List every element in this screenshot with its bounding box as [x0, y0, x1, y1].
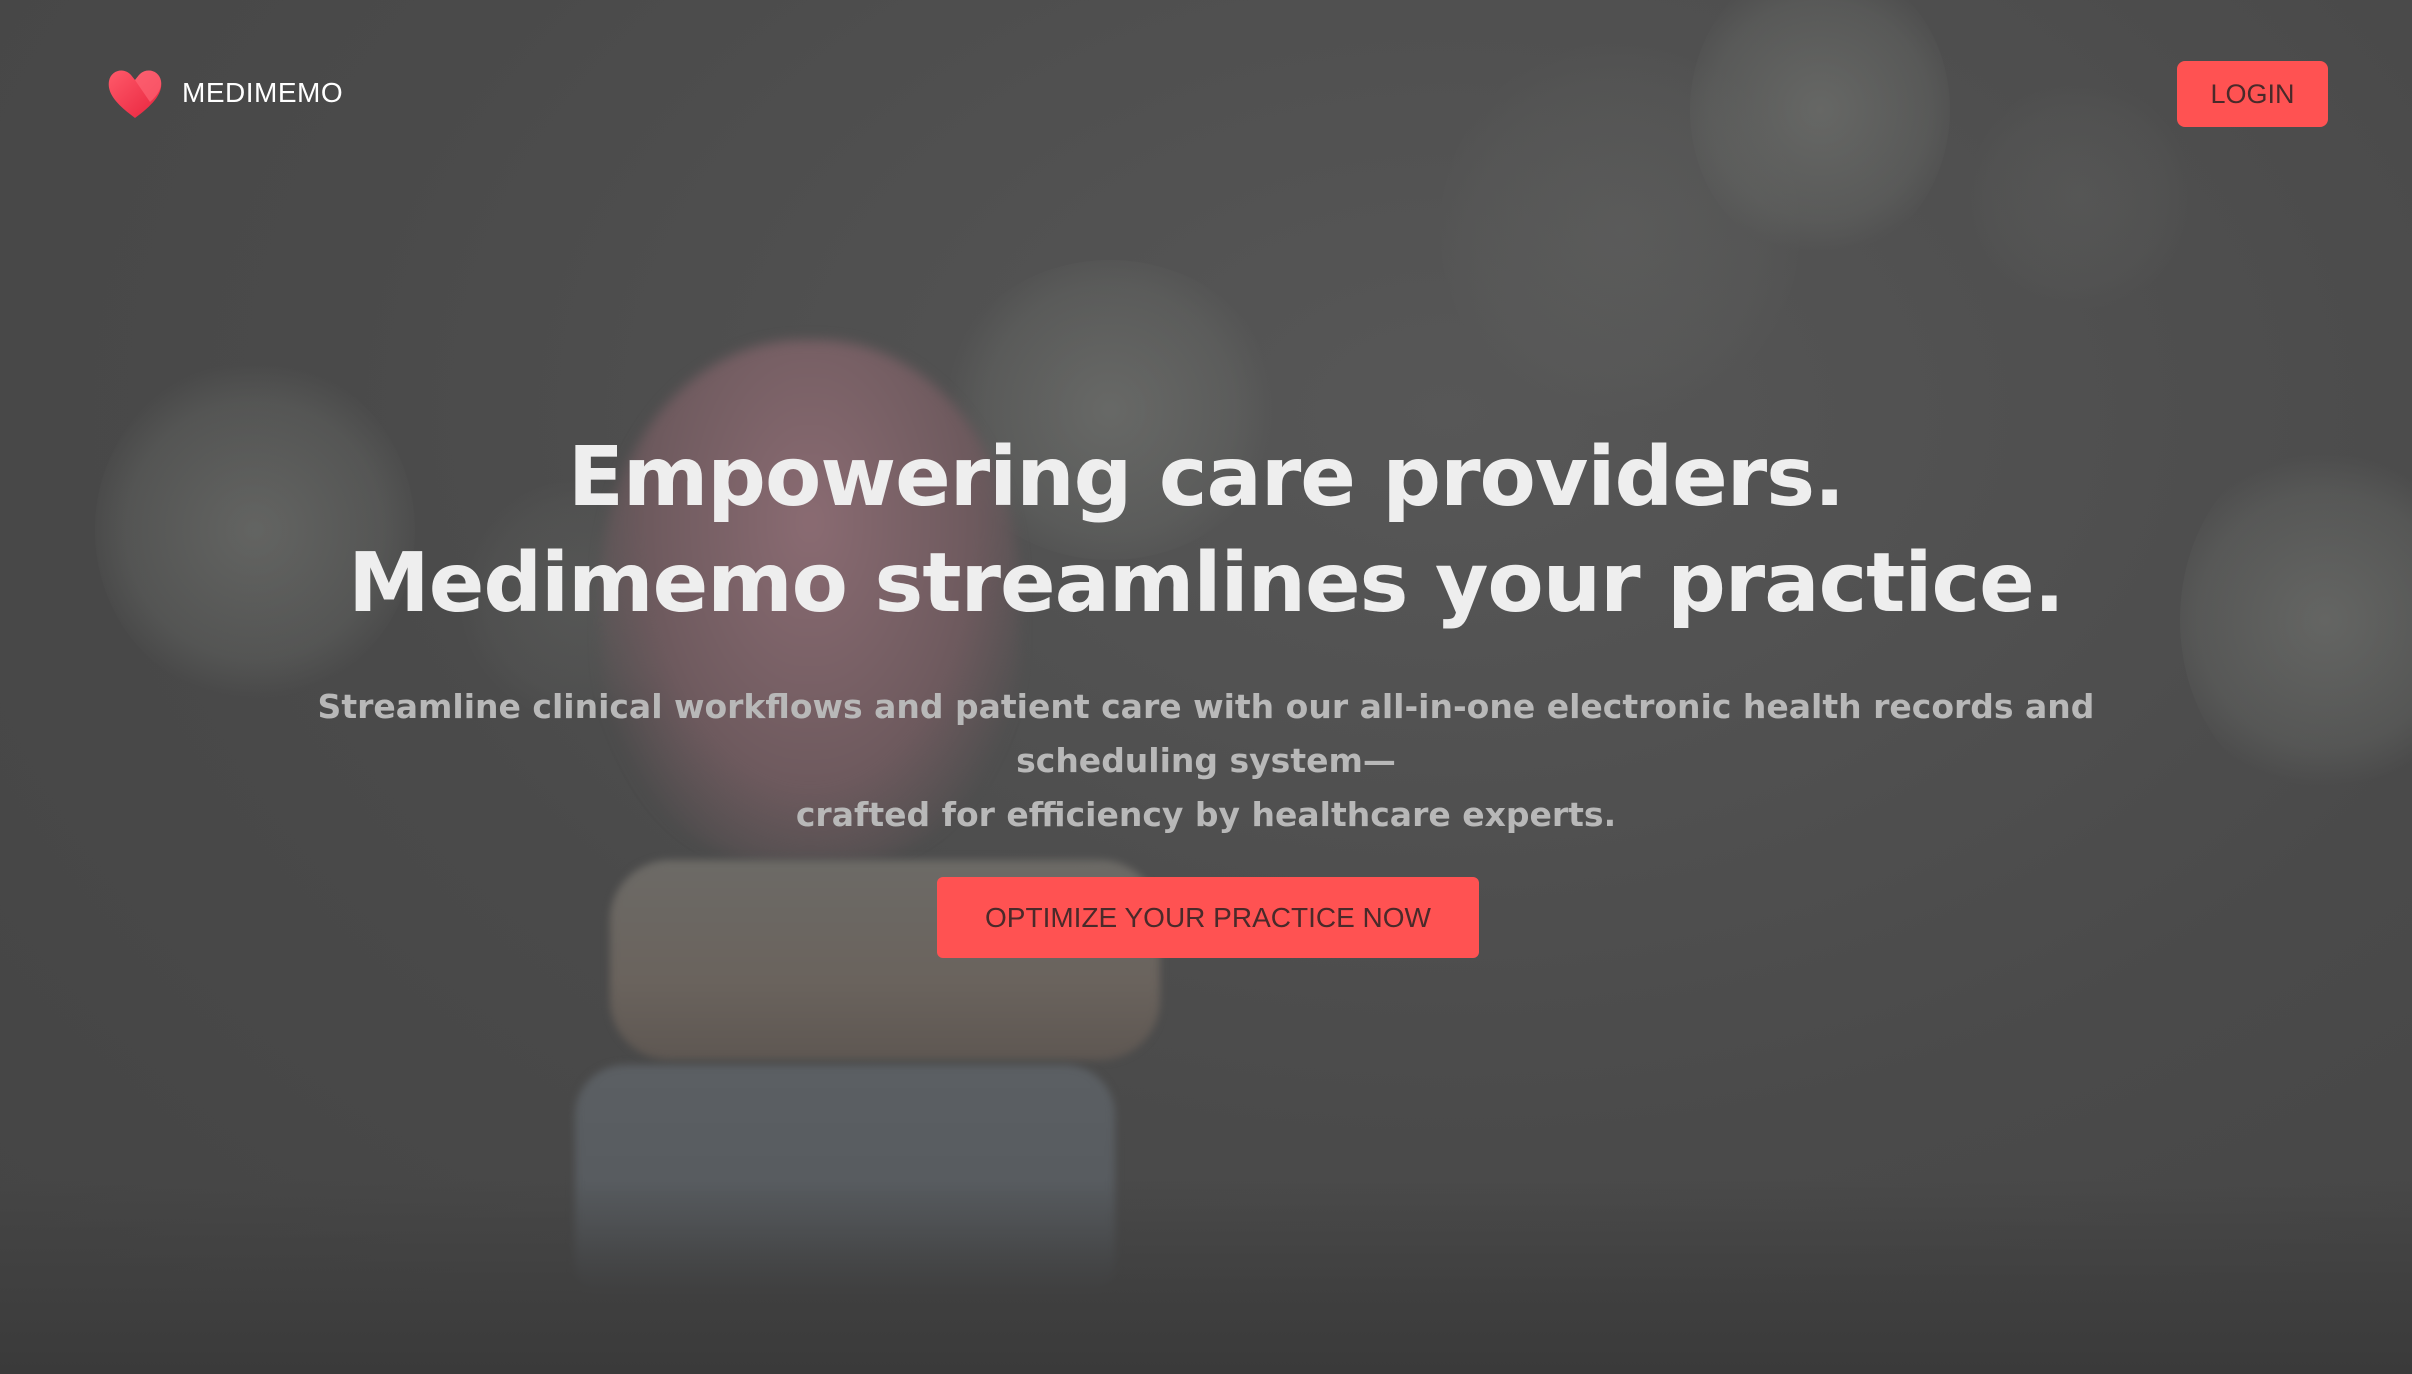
brand-name: MEDIMEMO [182, 77, 344, 108]
subtext-line-2: crafted for efficiency by healthcare exp… [795, 795, 1617, 834]
headline-line-1: Empowering care providers. [567, 430, 1845, 525]
headline-line-2: Medimemo streamlines your practice. [348, 536, 2065, 631]
subtext-line-1: Streamline clinical workflows and patien… [317, 687, 2095, 780]
bokeh-light [1440, 40, 1800, 420]
brand-home-link[interactable]: MEDIMEMO [106, 66, 343, 120]
bokeh-light [1970, 80, 2190, 310]
heart-icon [108, 70, 162, 118]
hero-subtext: Streamline clinical workflows and patien… [230, 680, 2182, 842]
hero-headline: Empowering care providers. Medimemo stre… [0, 425, 2412, 637]
optimize-practice-cta-button[interactable]: OPTIMIZE YOUR PRACTICE NOW [937, 877, 1479, 958]
table-surface [0, 1180, 2412, 1374]
login-button[interactable]: LOGIN [2177, 61, 2328, 127]
